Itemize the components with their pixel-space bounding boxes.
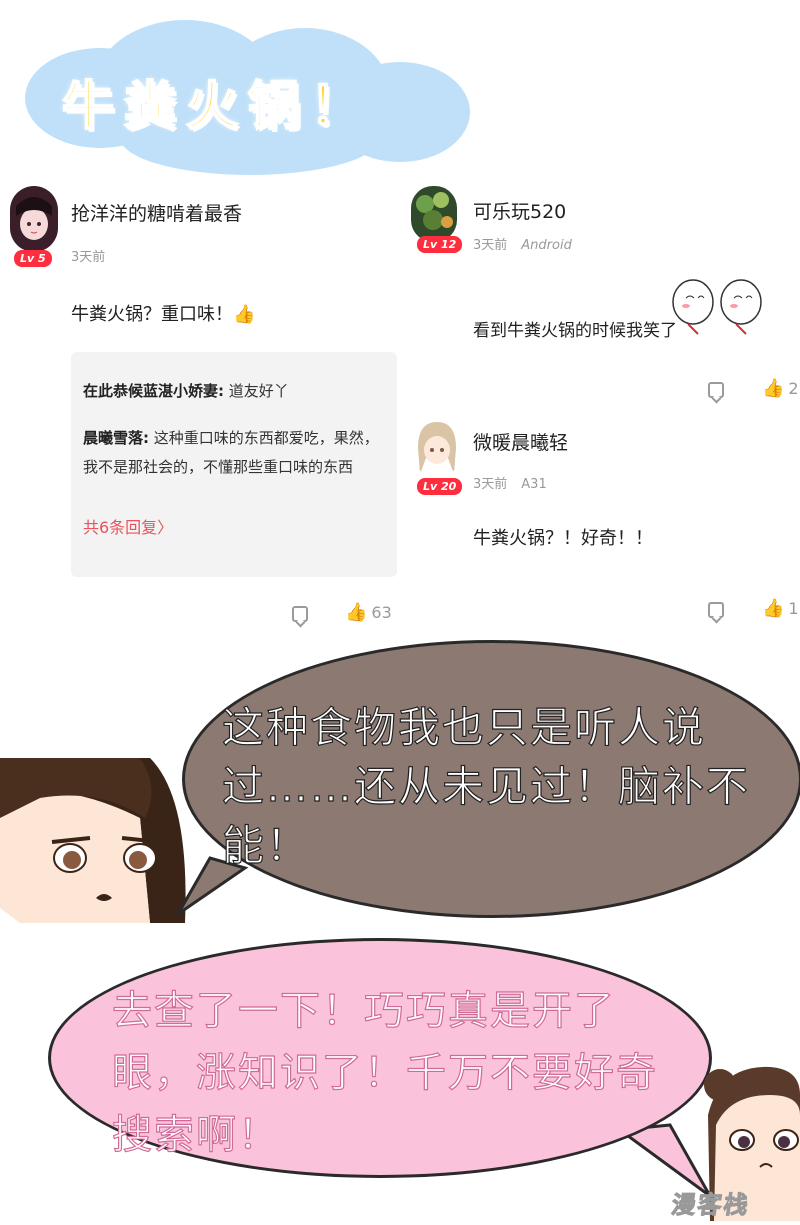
comment-icon	[708, 382, 724, 398]
page-title: 牛粪火锅！	[61, 76, 373, 138]
thumbs-up-icon: 👍	[762, 378, 785, 399]
speech-text: 去查了一下！巧巧真是开了眼，涨知识了！千万不要好奇搜索啊！	[111, 987, 658, 1158]
reply-box[interactable]: 在此恭候蓝湛小娇妻: 道友好丫 晨曦雪落: 这种重口味的东西都爱吃，果然，我不是…	[71, 352, 397, 577]
avatar[interactable]	[414, 418, 460, 478]
username[interactable]: 抢洋洋的糖啃着最香	[71, 199, 242, 226]
thumbs-up-icon: 👍	[762, 598, 785, 619]
comment-meta: 3天前 Android	[473, 238, 572, 253]
level-badge: Lv 5	[14, 250, 52, 267]
comment-icon	[708, 602, 724, 618]
username[interactable]: 微暖晨曦轻	[473, 428, 568, 455]
like-button[interactable]: 👍 63	[345, 602, 392, 623]
like-count: 63	[371, 603, 392, 622]
username[interactable]: 可乐玩520	[473, 197, 566, 224]
level-badge: Lv 20	[417, 478, 463, 495]
level-badge: Lv 12	[417, 236, 463, 253]
reply-item: 在此恭候蓝湛小娇妻: 道友好丫	[83, 382, 289, 400]
reply-button[interactable]	[708, 602, 724, 618]
thumbs-up-icon: 👍	[345, 602, 368, 623]
speech-text: 这种食物我也只是听人说过……还从未见过！脑补不能！	[221, 702, 751, 870]
like-button[interactable]: 👍 2	[762, 378, 799, 399]
sticker-icon	[668, 264, 768, 340]
like-count: 2	[788, 379, 799, 398]
comment-text: 牛粪火锅？重口味！👍	[71, 304, 256, 325]
avatar[interactable]	[411, 186, 457, 242]
reply-button[interactable]	[292, 606, 308, 622]
watermark-logo: 漫客栈	[669, 1191, 752, 1220]
reply-button[interactable]	[708, 382, 724, 398]
reply-item: 晨曦雪落: 这种重口味的东西都爱吃，果然，我不是那社会的，不懂那些重口味的东西	[83, 429, 379, 476]
like-button[interactable]: 👍 1	[762, 598, 799, 619]
like-count: 1	[788, 599, 799, 618]
comment-meta: 3天前 A31	[473, 477, 547, 492]
more-replies-link[interactable]: 共6条回复〉	[83, 514, 173, 538]
avatar[interactable]	[10, 186, 58, 252]
comment-text: 牛粪火锅？！好奇！！	[473, 528, 653, 549]
comment-text: 看到牛粪火锅的时候我笑了	[473, 321, 677, 341]
comment-icon	[292, 606, 308, 622]
comment-time: 3天前	[71, 250, 106, 265]
